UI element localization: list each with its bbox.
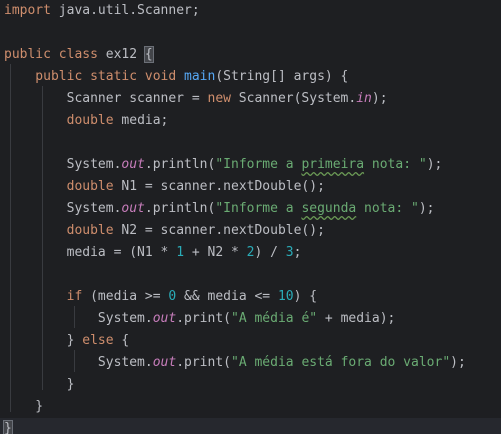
code-token: primeira (301, 157, 365, 172)
code-line[interactable] (0, 22, 501, 44)
code-line[interactable] (0, 132, 501, 154)
code-token: media; (113, 113, 169, 128)
code-line[interactable]: public class ex12 { (0, 44, 501, 66)
code-token: out (152, 355, 177, 370)
code-token: java.util.Scanner; (50, 3, 200, 18)
code-token: in (356, 91, 372, 106)
code-token: 3 (285, 245, 294, 260)
code-token: ); (450, 355, 466, 370)
code-token: media = (N1 * (4, 245, 177, 260)
code-line[interactable]: import java.util.Scanner; (0, 0, 501, 22)
code-token: out (152, 311, 177, 326)
code-token: public static void (4, 69, 185, 84)
code-token: } (4, 399, 44, 414)
code-line[interactable] (0, 264, 501, 286)
code-token: System. (4, 201, 122, 216)
code-token: ) { (293, 289, 318, 304)
code-token: out (121, 157, 145, 172)
code-token: N1 = scanner.nextDouble(); (113, 179, 325, 194)
matched-brace: { (143, 46, 154, 63)
code-token: (String[] args) { (215, 69, 349, 84)
code-token: .print( (176, 311, 231, 326)
code-line[interactable]: System.out.println("Informe a primeira n… (0, 154, 501, 176)
code-line[interactable]: double N2 = scanner.nextDouble(); (0, 220, 501, 242)
code-token: + N2 * (184, 245, 247, 260)
code-token: + media); (317, 311, 396, 326)
code-token: ); (426, 157, 443, 172)
code-token: Scanner scanner = (4, 91, 208, 106)
code-line[interactable]: } (0, 418, 501, 434)
code-line[interactable]: System.out.println("Informe a segunda no… (0, 198, 501, 220)
code-line[interactable]: } else { (0, 330, 501, 352)
code-token: System. (4, 355, 153, 370)
code-token: ); (418, 201, 435, 216)
code-token: if (66, 289, 83, 304)
code-line[interactable]: } (0, 396, 501, 418)
code-token: 10 (277, 289, 294, 304)
code-token: ex12 (97, 47, 145, 62)
code-token: "A média está fora do valor" (231, 355, 451, 370)
code-token: import (4, 3, 51, 18)
code-token: System. (4, 157, 122, 172)
code-token: nota: " (356, 201, 419, 216)
code-token: else (82, 333, 114, 348)
code-token: (media >= (82, 289, 169, 304)
code-token: segunda (301, 201, 357, 216)
code-token: .println( (144, 157, 216, 172)
code-line[interactable]: Scanner scanner = new Scanner(System.in)… (0, 88, 501, 110)
code-token: main (184, 69, 216, 84)
code-token: && media <= (176, 289, 278, 304)
code-line[interactable]: System.out.print("A média é" + media); (0, 308, 501, 330)
code-line[interactable]: double N1 = scanner.nextDouble(); (0, 176, 501, 198)
code-token: System. (4, 311, 153, 326)
code-token: } (4, 377, 75, 392)
code-editor[interactable]: import java.util.Scanner; public class ex… (0, 0, 501, 434)
code-token: "Informe a (215, 157, 302, 172)
code-line[interactable]: } (0, 374, 501, 396)
code-token: out (121, 201, 145, 216)
code-token: "A média é" (231, 311, 318, 326)
code-token: double (66, 113, 114, 128)
code-token: .print( (176, 355, 231, 370)
code-token: new (207, 91, 231, 106)
code-line[interactable]: System.out.print("A média está fora do v… (0, 352, 501, 374)
code-line[interactable]: if (media >= 0 && media <= 10) { (0, 286, 501, 308)
code-token: 1 (176, 245, 185, 260)
code-token: ); (371, 91, 388, 106)
code-token: N2 = scanner.nextDouble(); (113, 223, 325, 238)
code-token: { (113, 333, 130, 348)
code-token: ) / (254, 245, 286, 260)
code-token: } (4, 333, 83, 348)
code-token: public class (4, 47, 98, 62)
matched-brace: } (3, 420, 13, 434)
code-token: double (66, 223, 114, 238)
code-line[interactable]: public static void main(String[] args) { (0, 66, 501, 88)
code-token: ; (293, 245, 302, 260)
code-line[interactable]: double media; (0, 110, 501, 132)
code-token: Scanner(System. (230, 91, 357, 106)
code-token: "Informe a (215, 201, 302, 216)
code-token: .println( (144, 201, 216, 216)
code-token: double (66, 179, 114, 194)
code-token: nota: " (364, 157, 427, 172)
code-line[interactable]: media = (N1 * 1 + N2 * 2) / 3; (0, 242, 501, 264)
